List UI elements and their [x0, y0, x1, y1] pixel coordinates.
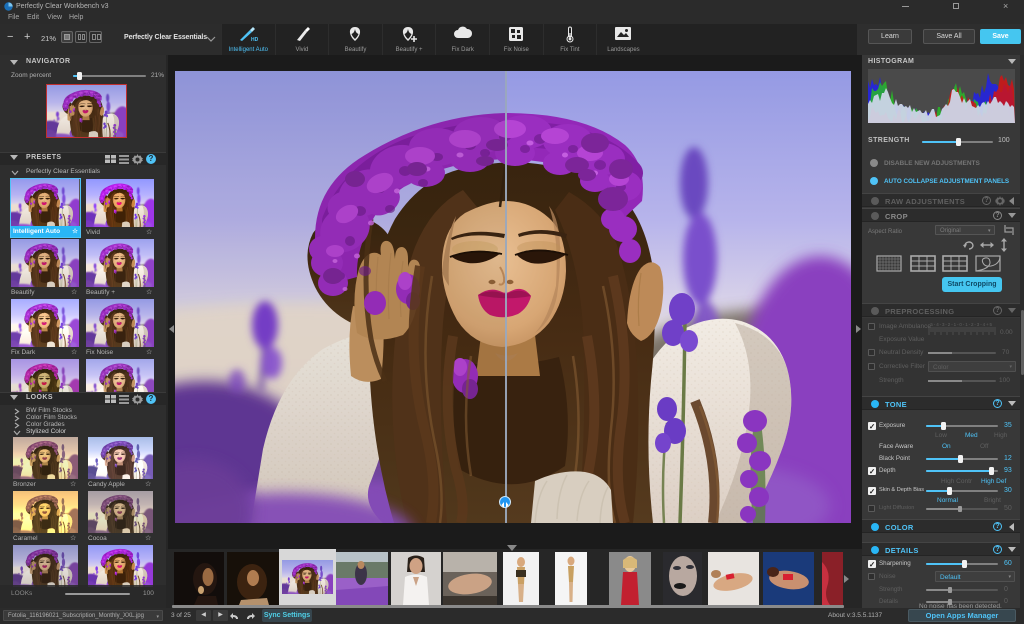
svg-text:HD: HD	[251, 37, 259, 42]
